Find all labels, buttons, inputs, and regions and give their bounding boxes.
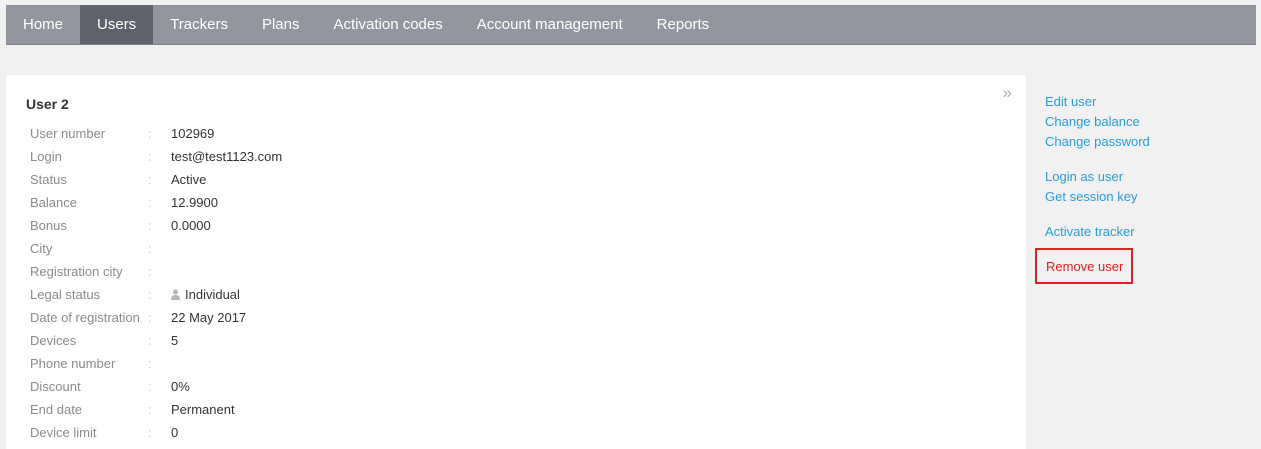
detail-label: Balance <box>30 195 77 210</box>
detail-label: City <box>30 241 53 256</box>
change-balance-link[interactable]: Change balance <box>1045 112 1140 132</box>
detail-value: Permanent <box>171 402 235 417</box>
detail-row-city: City : <box>30 237 282 260</box>
detail-separator: : <box>148 287 152 302</box>
detail-row-status: Status : Active <box>30 168 282 191</box>
detail-separator: : <box>148 264 152 279</box>
remove-user-highlight: Remove user <box>1035 248 1133 284</box>
detail-value: 22 May 2017 <box>171 310 247 325</box>
detail-separator: : <box>148 218 152 233</box>
detail-separator: : <box>148 149 152 164</box>
detail-label: End date <box>30 402 83 417</box>
detail-separator: : <box>148 241 152 256</box>
detail-separator: : <box>148 425 152 440</box>
detail-separator: : <box>148 172 152 187</box>
expand-icon[interactable]: » <box>1003 83 1012 103</box>
detail-row-bonus: Bonus : 0.0000 <box>30 214 282 237</box>
nav-plans[interactable]: Plans <box>245 5 317 44</box>
detail-row-end-date: End date : Permanent <box>30 398 282 421</box>
detail-label: Devices <box>30 333 77 348</box>
detail-row-devices: Devices : 5 <box>30 329 282 352</box>
detail-separator: : <box>148 333 152 348</box>
user-details-panel: » User 2 User number : 102969 Login : te… <box>6 75 1026 449</box>
detail-value-wrapper: Individual <box>171 283 240 306</box>
detail-row-phone-number: Phone number : <box>30 352 282 375</box>
nav-home[interactable]: Home <box>6 5 80 44</box>
detail-separator: : <box>148 195 152 210</box>
detail-value: test@test1123.com <box>171 149 283 164</box>
detail-label: User number <box>30 126 106 141</box>
nav-trackers[interactable]: Trackers <box>153 5 245 44</box>
detail-row-login: Login : test@test1123.com <box>30 145 282 168</box>
detail-row-discount: Discount : 0% <box>30 375 282 398</box>
detail-label: Login <box>30 149 62 164</box>
detail-label: Phone number <box>30 356 116 371</box>
login-as-user-link[interactable]: Login as user <box>1045 167 1123 187</box>
detail-value: Individual <box>185 287 240 302</box>
detail-separator: : <box>148 379 152 394</box>
detail-row-legal-status: Legal status : Individual <box>30 283 282 306</box>
detail-label: Device limit <box>30 425 97 440</box>
detail-value: 0% <box>171 379 190 394</box>
nav-account-management[interactable]: Account management <box>460 5 640 44</box>
person-icon <box>171 289 180 300</box>
get-session-key-link[interactable]: Get session key <box>1045 187 1138 207</box>
edit-user-link[interactable]: Edit user <box>1045 92 1096 112</box>
user-details-list: User number : 102969 Login : test@test11… <box>30 122 282 444</box>
page-title: User 2 <box>26 96 69 112</box>
detail-separator: : <box>148 126 152 141</box>
detail-row-date-of-registration: Date of registration : 22 May 2017 <box>30 306 282 329</box>
change-password-link[interactable]: Change password <box>1045 132 1150 152</box>
nav-users[interactable]: Users <box>80 5 154 44</box>
detail-label: Registration city <box>30 264 123 279</box>
detail-separator: : <box>148 356 152 371</box>
detail-row-registration-city: Registration city : <box>30 260 282 283</box>
nav-reports[interactable]: Reports <box>640 5 727 44</box>
detail-row-balance: Balance : 12.9900 <box>30 191 282 214</box>
detail-label: Discount <box>30 379 81 394</box>
detail-value: Active <box>171 172 207 187</box>
detail-separator: : <box>148 402 152 417</box>
detail-label: Bonus <box>30 218 67 233</box>
detail-label: Date of registration <box>30 310 140 325</box>
detail-row-device-limit: Device limit : 0 <box>30 421 282 444</box>
nav-activation-codes[interactable]: Activation codes <box>317 5 460 44</box>
detail-value: 5 <box>171 333 179 348</box>
remove-user-link[interactable]: Remove user <box>1046 257 1123 277</box>
detail-value: 0.0000 <box>171 218 211 233</box>
detail-label: Status <box>30 172 67 187</box>
detail-value: 102969 <box>171 126 215 141</box>
top-navigation: Home Users Trackers Plans Activation cod… <box>6 5 1256 45</box>
detail-row-user-number: User number : 102969 <box>30 122 282 145</box>
detail-value: 12.9900 <box>171 195 218 210</box>
activate-tracker-link[interactable]: Activate tracker <box>1045 222 1135 242</box>
detail-label: Legal status <box>30 287 101 302</box>
detail-value: 0 <box>171 425 179 440</box>
actions-sidebar: Edit user Change balance Change password… <box>1027 75 1256 449</box>
detail-separator: : <box>148 310 152 325</box>
